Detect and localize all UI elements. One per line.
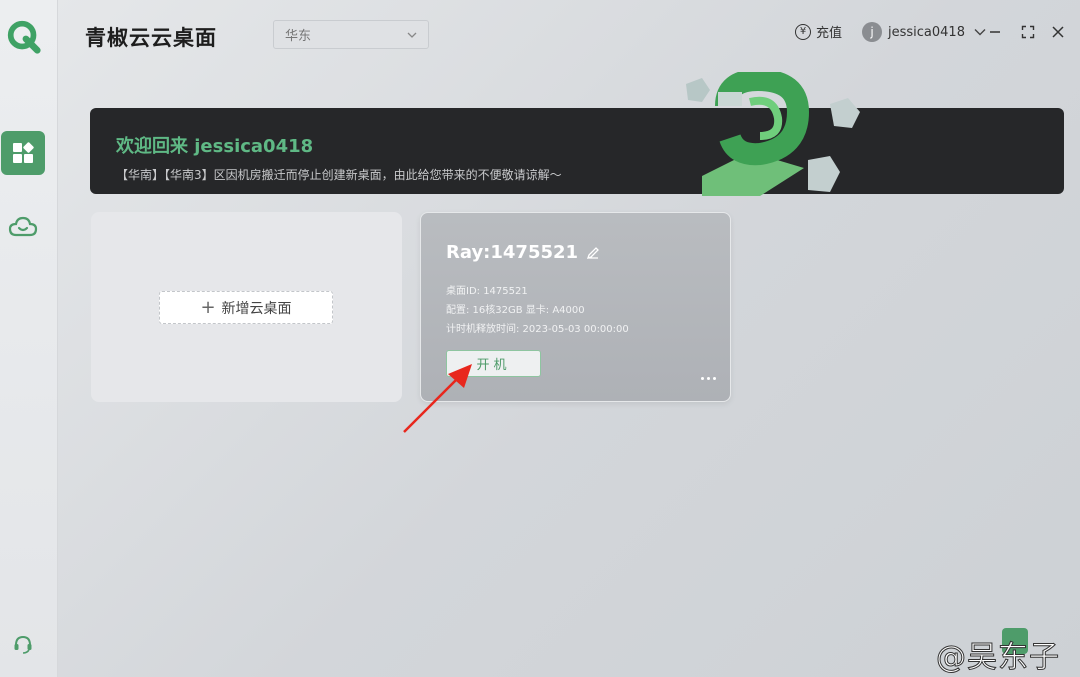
pencil-icon xyxy=(587,246,599,259)
annotation-arrow-icon xyxy=(403,364,472,433)
add-desktop-button[interactable]: + 新增云桌面 xyxy=(159,291,333,324)
recharge-label: 充值 xyxy=(816,26,843,41)
banner-notice: 【华南】【华南3】区因机房搬迁而停止创建新桌面，由此给您带来的不便敬请谅解～ xyxy=(116,168,562,182)
cloud-icon xyxy=(8,216,38,237)
chevron-down-icon xyxy=(407,32,417,38)
username: jessica0418 xyxy=(888,24,965,40)
app-title: 青椒云云桌面 xyxy=(85,26,217,50)
left-rail xyxy=(0,0,58,677)
edit-name-button[interactable] xyxy=(586,246,600,260)
watermark: @吴东子 xyxy=(936,640,1060,676)
nav-support-button[interactable] xyxy=(1,622,45,666)
chevron-down-icon xyxy=(974,29,986,36)
avatar: j xyxy=(862,22,882,42)
banner-title: 欢迎回来 jessica0418 xyxy=(116,136,314,157)
plus-icon: + xyxy=(200,297,216,318)
banner-illustration-icon xyxy=(686,72,860,196)
headset-icon xyxy=(14,635,32,654)
desktop-id: 桌面ID: 1475521 xyxy=(446,286,528,297)
region-select-value: 华东 xyxy=(285,29,312,44)
maximize-button[interactable] xyxy=(1020,24,1036,40)
more-options-button[interactable] xyxy=(701,377,716,380)
nav-desktops-button[interactable] xyxy=(1,131,45,175)
desktop-release-time: 计时机释放时间: 2023-05-03 00:00:00 xyxy=(446,324,629,335)
app-logo-icon xyxy=(7,20,41,54)
more-dot-icon xyxy=(701,377,704,380)
fullscreen-icon xyxy=(1021,25,1035,39)
grid-apps-icon xyxy=(13,142,34,163)
close-button[interactable] xyxy=(1050,24,1066,40)
yen-icon: ¥ xyxy=(795,23,811,40)
welcome-banner: 欢迎回来 jessica0418 【华南】【华南3】区因机房搬迁而停止创建新桌面… xyxy=(90,72,1064,196)
minimize-icon xyxy=(990,31,1000,33)
desktop-name: Ray:1475521 xyxy=(446,242,600,263)
desktop-name-text: Ray:1475521 xyxy=(446,242,579,263)
minimize-button[interactable] xyxy=(987,24,1003,40)
more-dot-icon xyxy=(707,377,710,380)
desktop-config: 配置: 16核32GB 显卡: A4000 xyxy=(446,305,585,316)
close-icon xyxy=(1052,26,1064,38)
nav-cloud-button[interactable] xyxy=(1,205,45,249)
user-menu[interactable]: j jessica0418 xyxy=(862,22,987,42)
more-dot-icon xyxy=(713,377,716,380)
region-select[interactable]: 华东 xyxy=(273,20,429,49)
add-desktop-label: 新增云桌面 xyxy=(221,300,292,317)
add-desktop-card: + 新增云桌面 xyxy=(91,212,402,402)
recharge-button[interactable]: ¥ 充值 xyxy=(795,22,842,41)
